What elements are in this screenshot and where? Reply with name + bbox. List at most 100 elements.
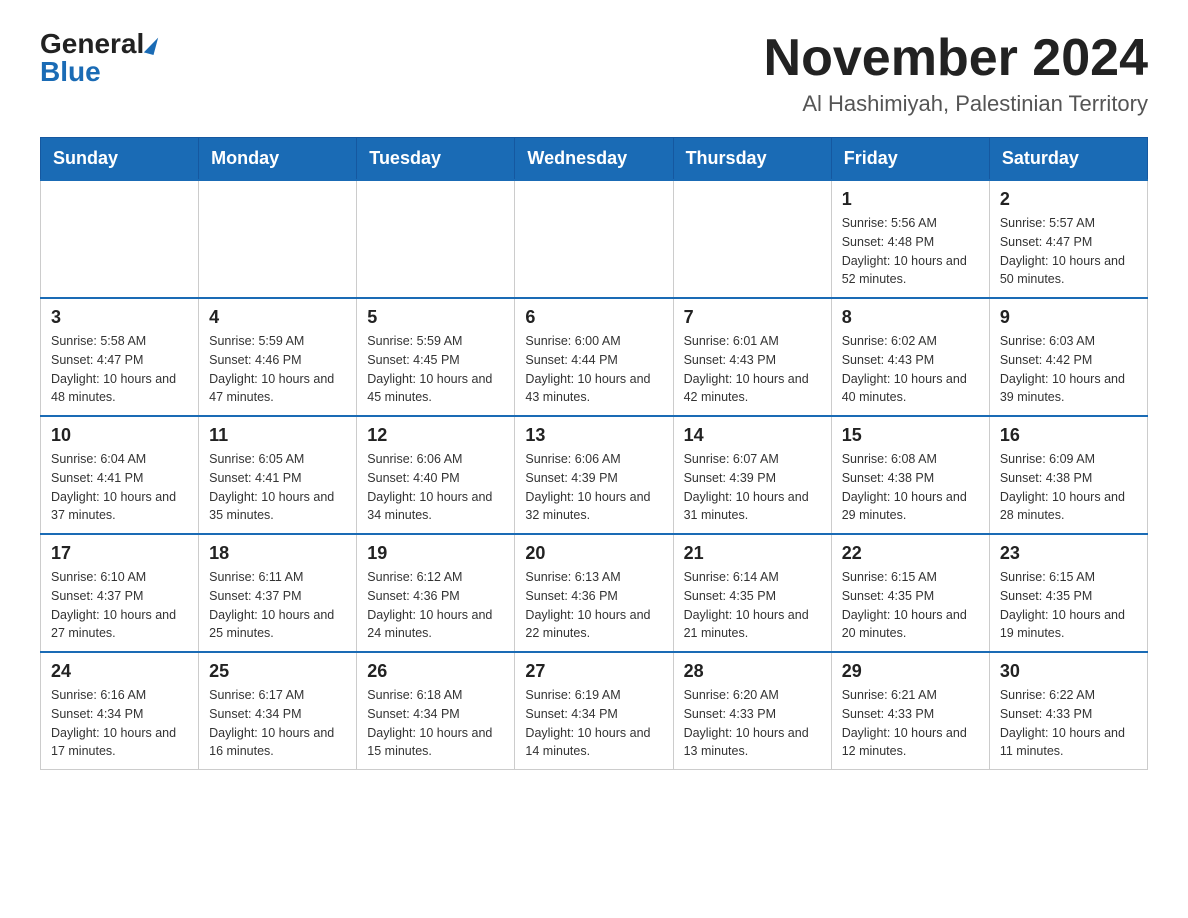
calendar-cell: 24 Sunrise: 6:16 AMSunset: 4:34 PMDayligh…	[41, 652, 199, 770]
page-header: General Blue November 2024 Al Hashimiyah…	[40, 30, 1148, 117]
logo-triangle-icon	[144, 35, 158, 55]
calendar-cell: 7Sunrise: 6:01 AMSunset: 4:43 PMDaylight…	[673, 298, 831, 416]
calendar-cell: 2 Sunrise: 5:57 AMSunset: 4:47 PMDaylight…	[989, 180, 1147, 298]
subtitle: Al Hashimiyah, Palestinian Territory	[764, 91, 1148, 117]
day-number: 16	[1000, 425, 1137, 446]
day-number: 10	[51, 425, 188, 446]
week-row-1: 1 Sunrise: 5:56 AMSunset: 4:48 PMDaylight…	[41, 180, 1148, 298]
day-info: Sunrise: 6:10 AMSunset: 4:37 PMDaylight:…	[51, 568, 188, 643]
day-info: Sunrise: 6:14 AMSunset: 4:35 PMDaylight:…	[684, 568, 821, 643]
day-number: 19	[367, 543, 504, 564]
logo-general-line: General	[40, 30, 156, 58]
calendar-cell: 17 Sunrise: 6:10 AMSunset: 4:37 PMDayligh…	[41, 534, 199, 652]
day-info: Sunrise: 6:17 AMSunset: 4:34 PMDaylight:…	[209, 686, 346, 761]
header-thursday: Thursday	[673, 138, 831, 181]
calendar-cell: 9 Sunrise: 6:03 AMSunset: 4:42 PMDaylight…	[989, 298, 1147, 416]
day-number: 26	[367, 661, 504, 682]
calendar-cell	[199, 180, 357, 298]
day-info: Sunrise: 6:00 AMSunset: 4:44 PMDaylight:…	[525, 332, 662, 407]
calendar-cell: 16 Sunrise: 6:09 AMSunset: 4:38 PMDayligh…	[989, 416, 1147, 534]
calendar-cell: 13Sunrise: 6:06 AMSunset: 4:39 PMDayligh…	[515, 416, 673, 534]
day-info: Sunrise: 6:19 AMSunset: 4:34 PMDaylight:…	[525, 686, 662, 761]
day-number: 18	[209, 543, 346, 564]
day-info: Sunrise: 5:59 AMSunset: 4:45 PMDaylight:…	[367, 332, 504, 407]
day-number: 14	[684, 425, 821, 446]
day-number: 11	[209, 425, 346, 446]
day-number: 30	[1000, 661, 1137, 682]
calendar-cell: 14 Sunrise: 6:07 AMSunset: 4:39 PMDayligh…	[673, 416, 831, 534]
day-number: 12	[367, 425, 504, 446]
calendar-cell: 3 Sunrise: 5:58 AMSunset: 4:47 PMDaylight…	[41, 298, 199, 416]
calendar-cell: 4 Sunrise: 5:59 AMSunset: 4:46 PMDaylight…	[199, 298, 357, 416]
day-info: Sunrise: 6:05 AMSunset: 4:41 PMDaylight:…	[209, 450, 346, 525]
day-number: 13	[525, 425, 662, 446]
day-info: Sunrise: 6:07 AMSunset: 4:39 PMDaylight:…	[684, 450, 821, 525]
day-number: 27	[525, 661, 662, 682]
week-row-3: 10Sunrise: 6:04 AMSunset: 4:41 PMDayligh…	[41, 416, 1148, 534]
day-number: 4	[209, 307, 346, 328]
day-number: 17	[51, 543, 188, 564]
calendar-cell: 28Sunrise: 6:20 AMSunset: 4:33 PMDayligh…	[673, 652, 831, 770]
day-number: 7	[684, 307, 821, 328]
title-area: November 2024 Al Hashimiyah, Palestinian…	[764, 30, 1148, 117]
day-info: Sunrise: 6:15 AMSunset: 4:35 PMDaylight:…	[842, 568, 979, 643]
day-number: 24	[51, 661, 188, 682]
day-number: 28	[684, 661, 821, 682]
day-number: 8	[842, 307, 979, 328]
calendar-cell: 11 Sunrise: 6:05 AMSunset: 4:41 PMDayligh…	[199, 416, 357, 534]
day-info: Sunrise: 6:16 AMSunset: 4:34 PMDaylight:…	[51, 686, 188, 761]
calendar-cell: 22 Sunrise: 6:15 AMSunset: 4:35 PMDayligh…	[831, 534, 989, 652]
day-number: 25	[209, 661, 346, 682]
calendar-cell: 30Sunrise: 6:22 AMSunset: 4:33 PMDayligh…	[989, 652, 1147, 770]
day-number: 6	[525, 307, 662, 328]
calendar-cell: 6 Sunrise: 6:00 AMSunset: 4:44 PMDaylight…	[515, 298, 673, 416]
day-info: Sunrise: 6:03 AMSunset: 4:42 PMDaylight:…	[1000, 332, 1137, 407]
header-wednesday: Wednesday	[515, 138, 673, 181]
calendar-cell: 8Sunrise: 6:02 AMSunset: 4:43 PMDaylight…	[831, 298, 989, 416]
day-number: 2	[1000, 189, 1137, 210]
logo: General Blue	[40, 30, 156, 86]
calendar-cell: 23Sunrise: 6:15 AMSunset: 4:35 PMDayligh…	[989, 534, 1147, 652]
day-info: Sunrise: 5:58 AMSunset: 4:47 PMDaylight:…	[51, 332, 188, 407]
calendar-cell	[673, 180, 831, 298]
day-info: Sunrise: 5:59 AMSunset: 4:46 PMDaylight:…	[209, 332, 346, 407]
calendar-cell: 1 Sunrise: 5:56 AMSunset: 4:48 PMDaylight…	[831, 180, 989, 298]
week-row-4: 17 Sunrise: 6:10 AMSunset: 4:37 PMDayligh…	[41, 534, 1148, 652]
day-number: 21	[684, 543, 821, 564]
calendar-cell: 19 Sunrise: 6:12 AMSunset: 4:36 PMDayligh…	[357, 534, 515, 652]
day-info: Sunrise: 5:57 AMSunset: 4:47 PMDaylight:…	[1000, 214, 1137, 289]
day-number: 29	[842, 661, 979, 682]
day-info: Sunrise: 6:21 AMSunset: 4:33 PMDaylight:…	[842, 686, 979, 761]
calendar-cell: 5 Sunrise: 5:59 AMSunset: 4:45 PMDaylight…	[357, 298, 515, 416]
day-info: Sunrise: 6:09 AMSunset: 4:38 PMDaylight:…	[1000, 450, 1137, 525]
day-number: 3	[51, 307, 188, 328]
calendar-cell	[41, 180, 199, 298]
day-info: Sunrise: 6:18 AMSunset: 4:34 PMDaylight:…	[367, 686, 504, 761]
header-tuesday: Tuesday	[357, 138, 515, 181]
logo-blue-text: Blue	[40, 58, 101, 86]
header-friday: Friday	[831, 138, 989, 181]
calendar-cell: 27 Sunrise: 6:19 AMSunset: 4:34 PMDayligh…	[515, 652, 673, 770]
calendar-cell	[357, 180, 515, 298]
calendar-cell: 25 Sunrise: 6:17 AMSunset: 4:34 PMDayligh…	[199, 652, 357, 770]
day-info: Sunrise: 6:13 AMSunset: 4:36 PMDaylight:…	[525, 568, 662, 643]
day-number: 1	[842, 189, 979, 210]
header-sunday: Sunday	[41, 138, 199, 181]
day-info: Sunrise: 6:08 AMSunset: 4:38 PMDaylight:…	[842, 450, 979, 525]
calendar-header-row: SundayMondayTuesdayWednesdayThursdayFrid…	[41, 138, 1148, 181]
week-row-2: 3 Sunrise: 5:58 AMSunset: 4:47 PMDaylight…	[41, 298, 1148, 416]
logo-general-text: General	[40, 28, 144, 59]
day-info: Sunrise: 5:56 AMSunset: 4:48 PMDaylight:…	[842, 214, 979, 289]
calendar-cell: 29 Sunrise: 6:21 AMSunset: 4:33 PMDayligh…	[831, 652, 989, 770]
day-number: 15	[842, 425, 979, 446]
calendar-cell: 18Sunrise: 6:11 AMSunset: 4:37 PMDayligh…	[199, 534, 357, 652]
day-number: 5	[367, 307, 504, 328]
calendar-cell: 10Sunrise: 6:04 AMSunset: 4:41 PMDayligh…	[41, 416, 199, 534]
calendar-cell: 15 Sunrise: 6:08 AMSunset: 4:38 PMDayligh…	[831, 416, 989, 534]
week-row-5: 24 Sunrise: 6:16 AMSunset: 4:34 PMDayligh…	[41, 652, 1148, 770]
day-info: Sunrise: 6:15 AMSunset: 4:35 PMDaylight:…	[1000, 568, 1137, 643]
day-info: Sunrise: 6:12 AMSunset: 4:36 PMDaylight:…	[367, 568, 504, 643]
calendar-cell: 26 Sunrise: 6:18 AMSunset: 4:34 PMDayligh…	[357, 652, 515, 770]
day-number: 9	[1000, 307, 1137, 328]
day-number: 22	[842, 543, 979, 564]
